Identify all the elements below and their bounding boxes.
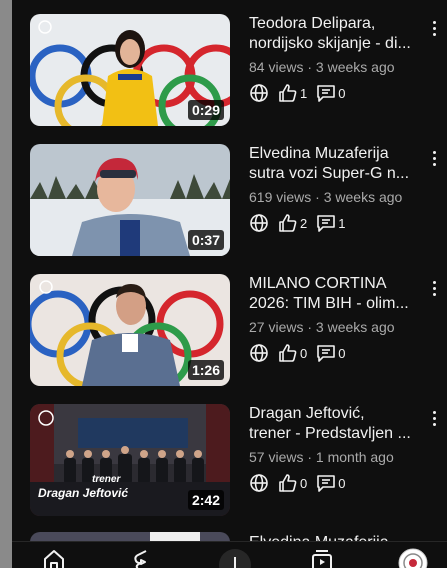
video-views: 84 views <box>249 59 304 75</box>
create-icon[interactable] <box>218 548 252 568</box>
comment-icon[interactable] <box>316 343 336 363</box>
video-meta: 619 views · 3 weeks ago <box>249 189 403 205</box>
comment-icon[interactable] <box>316 473 336 493</box>
comment-count: 1 <box>338 215 346 231</box>
video-age: 1 month ago <box>315 449 394 465</box>
video-duration: 2:42 <box>187 490 224 510</box>
comment-count: 0 <box>338 475 346 491</box>
video-age: 3 weeks ago <box>323 189 403 205</box>
video-thumbnail[interactable]: 0:29 <box>30 14 230 126</box>
video-meta: 84 views · 3 weeks ago <box>249 59 395 75</box>
bottom-nav <box>12 541 447 568</box>
video-stats: 0 0 <box>249 473 421 493</box>
video-item[interactable]: 1:26 MILANO CORTINA 2026: TIM BIH - olim… <box>30 274 447 386</box>
shorts-icon[interactable] <box>132 548 154 568</box>
video-age: 3 weeks ago <box>315 319 395 335</box>
more-vert-icon[interactable] <box>426 406 442 430</box>
caption-role: trener <box>92 474 121 485</box>
video-info: Elvedina Muzaferija sutra vozi Super-G n… <box>249 144 421 233</box>
globe-icon <box>249 343 269 363</box>
video-title-line-1[interactable]: Teodora Delipara, <box>249 14 421 34</box>
app-screen: 0:29 Teodora Delipara, nordijsko skijanj… <box>12 0 447 568</box>
video-item[interactable]: 0:29 Teodora Delipara, nordijsko skijanj… <box>30 14 447 126</box>
video-meta: 57 views · 1 month ago <box>249 449 394 465</box>
comment-count: 0 <box>338 85 346 101</box>
video-duration: 0:37 <box>187 230 224 250</box>
video-title-line-2[interactable]: trener - Predstavljen ... <box>249 424 421 444</box>
video-info: MILANO CORTINA 2026: TIM BIH - olim... 2… <box>249 274 421 363</box>
thumbs-up-icon[interactable] <box>278 213 298 233</box>
comment-icon[interactable] <box>316 213 336 233</box>
video-views: 57 views <box>249 449 304 465</box>
thumbs-up-icon[interactable] <box>278 473 298 493</box>
video-stats: 1 0 <box>249 83 421 103</box>
thumbs-up-icon[interactable] <box>278 343 298 363</box>
video-views: 619 views <box>249 189 312 205</box>
video-age: 3 weeks ago <box>315 59 395 75</box>
globe-icon <box>249 213 269 233</box>
like-count: 1 <box>300 85 308 101</box>
video-thumbnail[interactable]: 1:26 <box>30 274 230 386</box>
you-icon[interactable] <box>398 548 428 568</box>
video-stats: 2 1 <box>249 213 421 233</box>
more-vert-icon[interactable] <box>426 276 442 300</box>
thumbs-up-icon[interactable] <box>278 83 298 103</box>
globe-icon <box>249 473 269 493</box>
subscriptions-icon[interactable] <box>310 548 334 568</box>
video-meta: 27 views · 3 weeks ago <box>249 319 395 335</box>
video-duration: 0:29 <box>187 100 224 120</box>
video-item[interactable]: trener Dragan Jeftović 2:42 Dragan Jefto… <box>30 404 447 516</box>
video-views: 27 views <box>249 319 304 335</box>
more-vert-icon[interactable] <box>426 146 442 170</box>
video-duration: 1:26 <box>187 360 224 380</box>
video-info: Teodora Delipara, nordijsko skijanje - d… <box>249 14 421 103</box>
video-title-line-2[interactable]: nordijsko skijanje - di... <box>249 34 421 54</box>
caption-name: Dragan Jeftović <box>38 486 129 500</box>
video-thumbnail[interactable]: trener Dragan Jeftović 2:42 <box>30 404 230 516</box>
video-info: Dragan Jeftović, trener - Predstavljen .… <box>249 404 421 493</box>
video-title-line-2[interactable]: 2026: TIM BIH - olim... <box>249 294 421 314</box>
video-title-line-1[interactable]: Elvedina Muzaferija <box>249 144 421 164</box>
globe-icon <box>249 83 269 103</box>
like-count: 0 <box>300 475 308 491</box>
more-vert-icon[interactable] <box>426 16 442 40</box>
video-thumbnail[interactable]: 0:37 <box>30 144 230 256</box>
video-title-line-2[interactable]: sutra vozi Super-G n... <box>249 164 421 184</box>
video-stats: 0 0 <box>249 343 421 363</box>
thumbnail-caption: trener Dragan Jeftović <box>30 474 150 500</box>
comment-count: 0 <box>338 345 346 361</box>
like-count: 0 <box>300 345 308 361</box>
comment-icon[interactable] <box>316 83 336 103</box>
video-title-line-1[interactable]: MILANO CORTINA <box>249 274 421 294</box>
like-count: 2 <box>300 215 308 231</box>
home-icon[interactable] <box>42 548 66 568</box>
video-item[interactable]: 0:37 Elvedina Muzaferija sutra vozi Supe… <box>30 144 447 256</box>
video-title-line-1[interactable]: Dragan Jeftović, <box>249 404 421 424</box>
